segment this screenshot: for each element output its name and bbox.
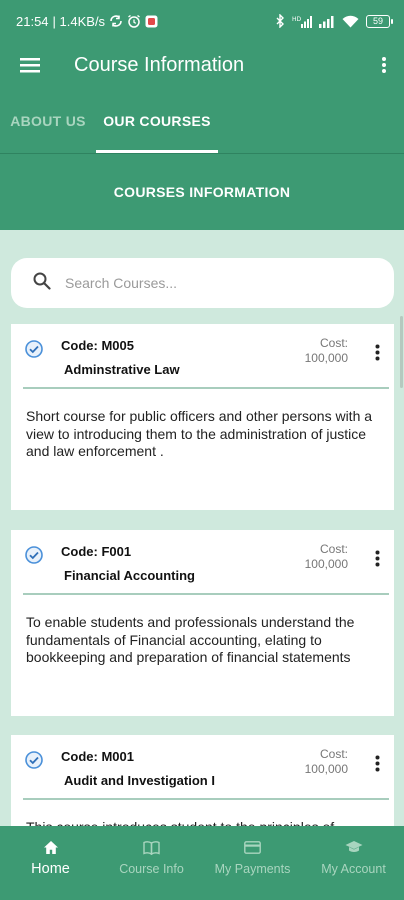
- search-input[interactable]: [65, 275, 365, 291]
- card-more-icon[interactable]: [370, 753, 384, 773]
- home-icon: [43, 838, 59, 856]
- course-card[interactable]: Code: M005 Adminstrative Law Cost: 100,0…: [11, 324, 394, 510]
- tab-indicator: [96, 150, 218, 153]
- card-divider: [23, 593, 389, 595]
- battery-icon: 59: [366, 14, 393, 28]
- cost-label: Cost:: [319, 542, 348, 556]
- graduation-cap-icon: [345, 838, 363, 856]
- nav-label: My Account: [321, 862, 386, 876]
- bluetooth-icon: [275, 14, 285, 28]
- nav-home[interactable]: Home: [0, 826, 101, 900]
- course-card[interactable]: Code: F001 Financial Accounting Cost: 10…: [11, 530, 394, 716]
- card-divider: [23, 798, 389, 800]
- bottom-nav: Home Course Info My Payments My Account: [0, 826, 404, 900]
- nav-my-account[interactable]: My Account: [303, 826, 404, 900]
- course-code: Code: M001: [61, 749, 134, 764]
- nav-label: Home: [31, 861, 70, 877]
- tab-about-us[interactable]: ABOUT US: [0, 88, 96, 154]
- course-code: Code: M005: [61, 338, 134, 353]
- course-name: Adminstrative Law: [64, 362, 180, 377]
- tab-our-courses[interactable]: OUR COURSES: [96, 88, 218, 154]
- nav-my-payments[interactable]: My Payments: [202, 826, 303, 900]
- page-title: Course Information: [74, 53, 245, 76]
- course-description: To enable students and professionals und…: [26, 614, 355, 665]
- section-title: COURSES INFORMATION: [0, 154, 404, 230]
- cost-value: 100,000: [304, 351, 348, 365]
- nav-label: Course Info: [119, 862, 184, 876]
- course-description: Short course for public officers and oth…: [26, 408, 373, 459]
- nav-label: My Payments: [214, 862, 291, 876]
- tab-bar: ABOUT US OUR COURSES: [0, 88, 404, 154]
- book-icon: [143, 838, 160, 856]
- menu-icon[interactable]: [0, 42, 60, 88]
- card-more-icon[interactable]: [370, 548, 384, 568]
- course-code: Code: F001: [61, 544, 132, 559]
- card-divider: [23, 387, 389, 389]
- search-icon[interactable]: [33, 272, 51, 295]
- cost-value: 100,000: [304, 762, 348, 776]
- credit-card-icon: [244, 838, 261, 856]
- more-vert-icon[interactable]: [364, 42, 404, 88]
- nav-course-info[interactable]: Course Info: [101, 826, 202, 900]
- cost-value: 100,000: [304, 557, 348, 571]
- hd-signal-icon: HD: [292, 15, 312, 28]
- cost-label: Cost:: [319, 336, 348, 350]
- app-notification-icon: [145, 15, 158, 28]
- sync-icon: [109, 14, 123, 28]
- card-more-icon[interactable]: [370, 342, 384, 362]
- search-bar[interactable]: [11, 258, 394, 308]
- check-circle-icon: [25, 751, 43, 774]
- status-time: 21:54: [16, 13, 49, 29]
- course-name: Financial Accounting: [64, 568, 195, 583]
- scrollbar[interactable]: [400, 316, 403, 388]
- app-bar: Course Information: [0, 42, 404, 88]
- status-bar: 21:54 | 1.4KB/s HD 59: [0, 0, 404, 42]
- course-name: Audit and Investigation I: [64, 773, 215, 788]
- alarm-icon: [127, 14, 141, 28]
- wifi-icon: [342, 15, 359, 28]
- network-speed: | 1.4KB/s: [52, 13, 106, 29]
- check-circle-icon: [25, 340, 43, 363]
- signal-icon: [319, 15, 335, 28]
- svg-text:HD: HD: [292, 16, 302, 23]
- cost-label: Cost:: [319, 747, 348, 761]
- check-circle-icon: [25, 546, 43, 569]
